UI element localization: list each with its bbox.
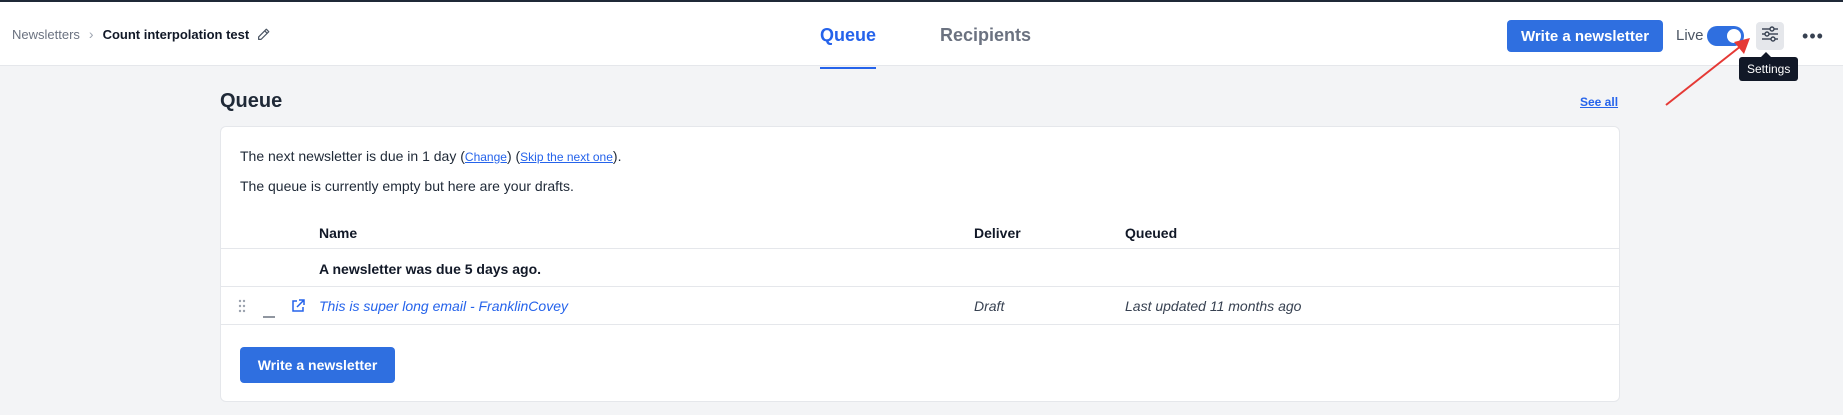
settings-button[interactable] [1756, 22, 1784, 50]
column-name: Name [319, 225, 358, 241]
queue-section-title: Queue [220, 90, 283, 112]
column-deliver: Deliver [974, 225, 1021, 241]
draft-title-link[interactable]: This is super long email - FranklinCovey [319, 298, 568, 314]
sliders-icon [1761, 25, 1779, 47]
table-row: This is super long email - FranklinCovey… [221, 288, 1619, 325]
see-all-link[interactable]: See all [1580, 95, 1618, 109]
column-queued: Queued [1125, 225, 1178, 241]
minus-icon[interactable] [263, 305, 275, 321]
chevron-right-icon: › [88, 26, 94, 42]
draft-queued: Last updated 11 months ago [1125, 298, 1302, 314]
tab-bar: Queue Recipients [820, 2, 1095, 69]
due-notice-row: A newsletter was due 5 days ago. [221, 250, 1619, 287]
next-due-message: The next newsletter is due in 1 day (Cha… [240, 148, 622, 164]
skip-next-link[interactable]: Skip the next one [520, 150, 613, 164]
breadcrumb: Newsletters › Count interpolation test [12, 26, 270, 42]
draft-deliver: Draft [974, 298, 1005, 314]
tab-recipients[interactable]: Recipients [940, 2, 1031, 68]
red-arrow-annotation [1665, 38, 1750, 106]
tab-queue[interactable]: Queue [820, 2, 877, 69]
pencil-icon[interactable] [257, 28, 270, 41]
write-newsletter-card-button[interactable]: Write a newsletter [240, 347, 395, 383]
due-notice: A newsletter was due 5 days ago. [319, 261, 542, 277]
write-newsletter-button[interactable]: Write a newsletter [1507, 20, 1663, 52]
change-link[interactable]: Change [465, 150, 507, 164]
drag-handle-icon[interactable] [238, 299, 246, 316]
queue-card: The next newsletter is due in 1 day (Cha… [220, 126, 1620, 402]
table-header: Name Deliver Queued [221, 217, 1619, 249]
breadcrumb-newsletters-link[interactable]: Newsletters [12, 27, 80, 42]
more-horizontal-icon[interactable]: ••• [1799, 24, 1827, 48]
top-bar: Newsletters › Count interpolation test Q… [0, 0, 1843, 69]
newsletter-name: Count interpolation test [102, 26, 250, 42]
empty-queue-message: The queue is currently empty but here ar… [240, 178, 574, 194]
external-link-icon[interactable] [291, 299, 305, 316]
